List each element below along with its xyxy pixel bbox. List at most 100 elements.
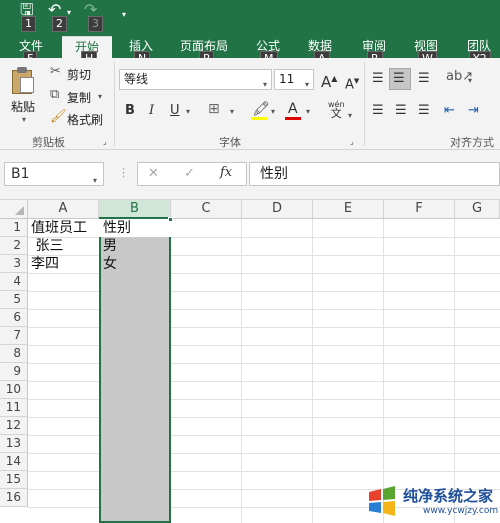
cell-b1[interactable]: 性别 bbox=[103, 219, 169, 237]
cell-a3[interactable]: 李四 bbox=[31, 255, 99, 273]
row-header-12[interactable]: 12 bbox=[0, 417, 28, 435]
undo-dropdown-icon[interactable]: ▾ bbox=[67, 8, 71, 17]
format-painter-icon[interactable]: 🖌 bbox=[50, 110, 67, 124]
phonetic-dropdown-icon[interactable]: ▾ bbox=[348, 111, 352, 120]
font-name-dropdown[interactable]: 等线 ▾ bbox=[119, 69, 272, 90]
column-header-b[interactable]: B bbox=[99, 200, 171, 219]
font-color-icon[interactable]: A bbox=[288, 102, 298, 116]
select-all-button[interactable] bbox=[0, 200, 28, 219]
paste-icon[interactable] bbox=[10, 66, 36, 94]
save-keytip: 1 bbox=[21, 16, 36, 32]
row-header-13[interactable]: 13 bbox=[0, 435, 28, 453]
cut-label[interactable]: 剪切 bbox=[67, 66, 91, 83]
alignment-group-label: 对齐方式 bbox=[450, 136, 494, 149]
column-header-c[interactable]: C bbox=[171, 200, 242, 219]
column-header-d[interactable]: D bbox=[242, 200, 313, 219]
row-header-2[interactable]: 2 bbox=[0, 237, 28, 255]
row-header-16[interactable]: 16 bbox=[0, 489, 28, 507]
underline-dropdown-icon[interactable]: ▾ bbox=[186, 107, 190, 116]
increase-indent-icon[interactable]: ⇥ bbox=[468, 104, 479, 118]
phonetic-char: 文 bbox=[330, 107, 342, 120]
formula-bar-splitter-icon[interactable]: ⋮ bbox=[118, 166, 129, 179]
italic-button[interactable]: I bbox=[149, 104, 154, 118]
name-box-dropdown-icon[interactable]: ▾ bbox=[93, 170, 97, 192]
formula-buttons: ✕ ✓ fx bbox=[137, 162, 247, 186]
align-right-icon[interactable]: ☰ bbox=[418, 104, 430, 118]
watermark-name: 纯净系统之家 bbox=[403, 487, 494, 505]
row-header-5[interactable]: 5 bbox=[0, 291, 28, 309]
font-size-dropdown[interactable]: 11 ▾ bbox=[274, 69, 314, 90]
font-color-dropdown-icon[interactable]: ▾ bbox=[306, 107, 310, 116]
copy-label[interactable]: 复制 bbox=[67, 89, 91, 106]
grid-line bbox=[383, 219, 384, 523]
copy-icon[interactable]: ⧉ bbox=[50, 88, 59, 102]
row-header-7[interactable]: 7 bbox=[0, 327, 28, 345]
customize-qat-icon[interactable]: ▾ bbox=[122, 10, 126, 19]
cell-a1[interactable]: 值班员工 bbox=[31, 219, 99, 237]
align-top-icon[interactable]: ☰ bbox=[372, 72, 384, 86]
align-center-icon[interactable]: ☰ bbox=[395, 104, 407, 118]
orientation-dropdown-icon[interactable]: ▾ bbox=[468, 76, 472, 85]
row-header-8[interactable]: 8 bbox=[0, 345, 28, 363]
row-header-15[interactable]: 15 bbox=[0, 471, 28, 489]
align-middle-icon: ☰ bbox=[393, 71, 405, 86]
paste-label[interactable]: 粘贴 bbox=[11, 98, 35, 115]
fill-color-icon[interactable]: 🖍 bbox=[252, 102, 270, 116]
grid-line bbox=[241, 219, 242, 523]
cell-b2[interactable]: 男 bbox=[103, 237, 169, 255]
borders-dropdown-icon[interactable]: ▾ bbox=[230, 107, 234, 116]
formula-input[interactable]: 性别 bbox=[249, 162, 500, 186]
name-box[interactable]: B1 ▾ bbox=[4, 162, 104, 186]
watermark: 纯净系统之家 www.ycwjzy.com bbox=[363, 482, 500, 523]
bold-button[interactable]: B bbox=[125, 104, 135, 118]
decrease-indent-icon[interactable]: ⇤ bbox=[444, 104, 455, 118]
chevron-down-icon: ▾ bbox=[262, 80, 267, 89]
row-header-9[interactable]: 9 bbox=[0, 363, 28, 381]
title-bar: 🖫 1 ↶ ▾ 2 ↷ 3 ▾ bbox=[0, 0, 500, 36]
cell-a2[interactable]: 张三 bbox=[31, 237, 99, 255]
align-left-icon[interactable]: ☰ bbox=[372, 104, 384, 118]
cancel-icon[interactable]: ✕ bbox=[148, 167, 159, 181]
font-name-value: 等线 bbox=[124, 72, 149, 86]
grid-line bbox=[312, 219, 313, 523]
fill-color-dropdown-icon[interactable]: ▾ bbox=[271, 107, 275, 116]
spreadsheet-grid[interactable]: A B C D E F G 1 2 3 4 5 6 7 8 9 10 11 12… bbox=[0, 200, 500, 523]
shrink-font-icon[interactable]: A▼ bbox=[345, 74, 359, 92]
clipboard-launcher-icon[interactable]: ⌟ bbox=[103, 137, 107, 146]
column-header-g[interactable]: G bbox=[455, 200, 500, 219]
column-header-a[interactable]: A bbox=[28, 200, 99, 219]
align-middle-button[interactable]: ☰ bbox=[389, 68, 411, 90]
font-launcher-icon[interactable]: ⌟ bbox=[350, 137, 354, 146]
phonetic-guide-icon[interactable]: wén 文 bbox=[328, 100, 345, 119]
watermark-logo-icon bbox=[369, 486, 395, 516]
grow-font-letter: A bbox=[321, 73, 332, 91]
paste-dropdown-icon[interactable]: ▾ bbox=[22, 115, 26, 124]
grid-line bbox=[454, 219, 455, 523]
undo-keytip: 2 bbox=[52, 16, 67, 32]
formula-bar-area: B1 ▾ ⋮ ✕ ✓ fx 性别 bbox=[0, 150, 500, 200]
row-header-10[interactable]: 10 bbox=[0, 381, 28, 399]
redo-keytip: 3 bbox=[88, 16, 103, 32]
insert-function-icon[interactable]: fx bbox=[220, 166, 232, 180]
enter-icon[interactable]: ✓ bbox=[184, 167, 195, 181]
row-header-6[interactable]: 6 bbox=[0, 309, 28, 327]
font-group-label: 字体 bbox=[219, 136, 241, 149]
row-header-1[interactable]: 1 bbox=[0, 219, 28, 237]
cell-b3[interactable]: 女 bbox=[103, 255, 169, 273]
row-header-3[interactable]: 3 bbox=[0, 255, 28, 273]
borders-icon[interactable]: ⊞ bbox=[208, 102, 220, 116]
grow-font-icon[interactable]: A▲ bbox=[321, 72, 337, 91]
column-header-f[interactable]: F bbox=[384, 200, 455, 219]
ribbon-separator bbox=[114, 62, 115, 146]
align-bottom-icon[interactable]: ☰ bbox=[418, 72, 430, 86]
row-header-14[interactable]: 14 bbox=[0, 453, 28, 471]
row-header-11[interactable]: 11 bbox=[0, 399, 28, 417]
column-header-e[interactable]: E bbox=[313, 200, 384, 219]
format-painter-label[interactable]: 格式刷 bbox=[67, 111, 103, 128]
ribbon-separator bbox=[364, 62, 365, 146]
underline-button[interactable]: U bbox=[170, 104, 180, 118]
cut-icon[interactable]: ✂ bbox=[50, 65, 61, 79]
row-header-4[interactable]: 4 bbox=[0, 273, 28, 291]
chevron-down-icon: ▾ bbox=[304, 80, 309, 89]
copy-dropdown-icon[interactable]: ▾ bbox=[98, 92, 102, 101]
